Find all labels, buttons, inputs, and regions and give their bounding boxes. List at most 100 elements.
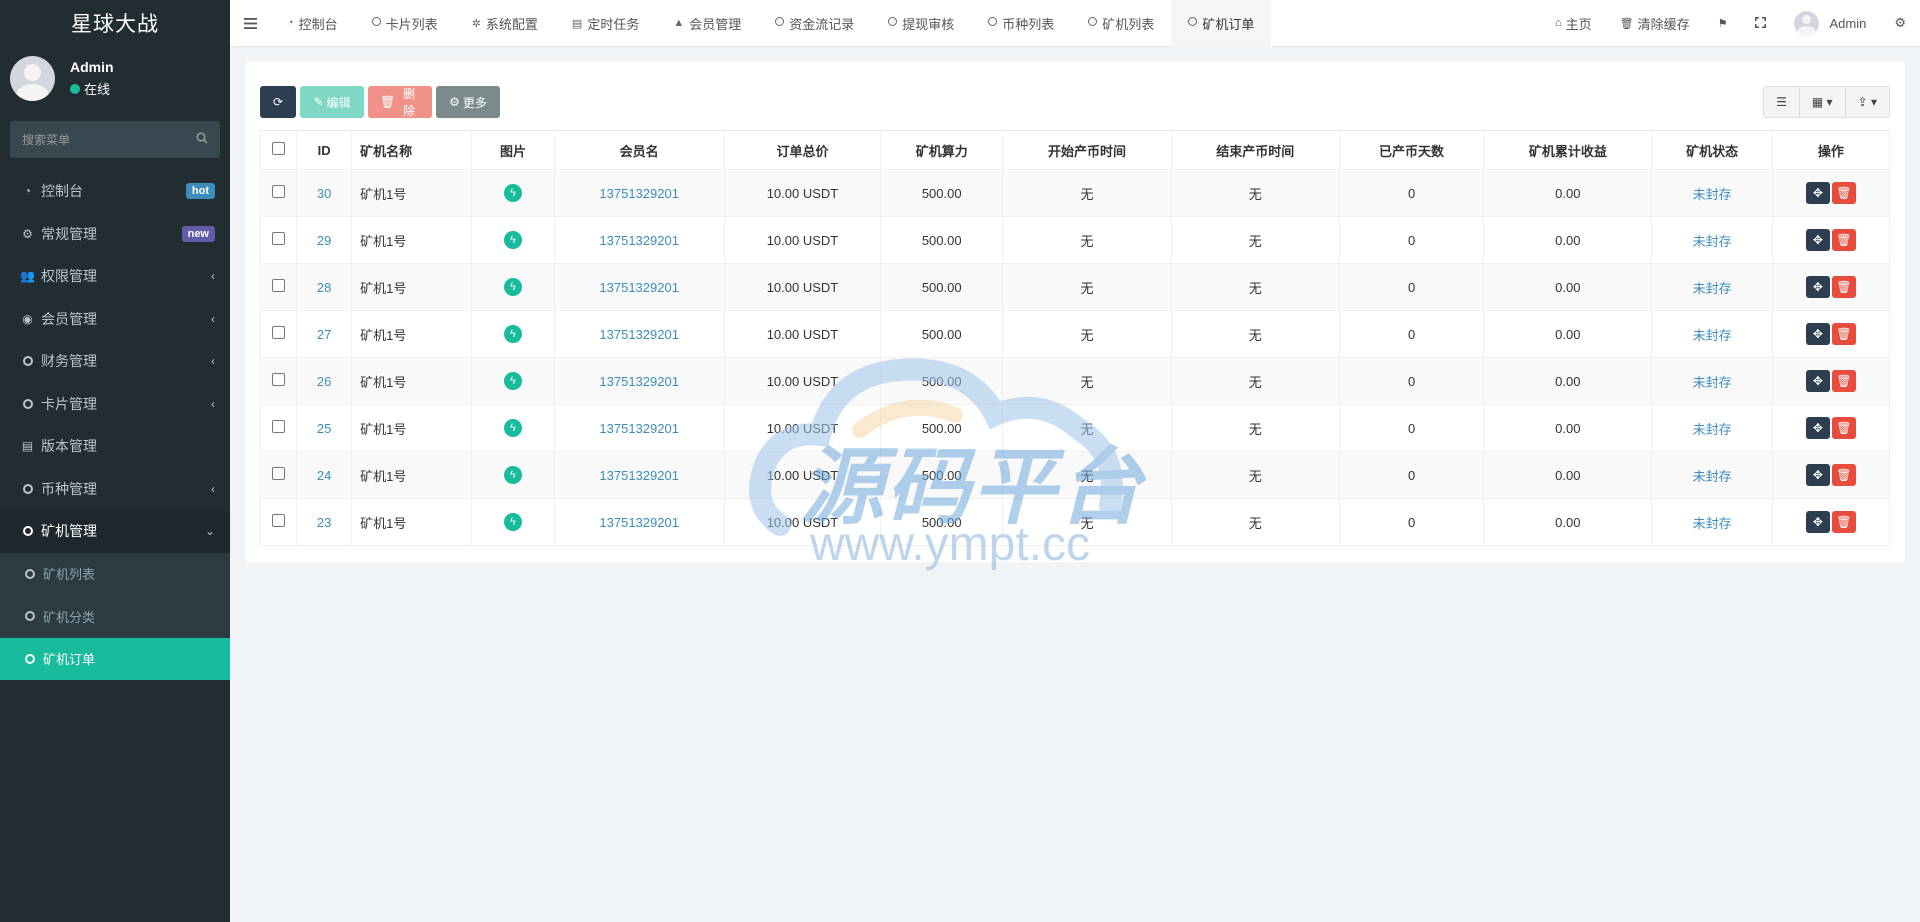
drag-sort-button[interactable]: ✥ [1805,276,1830,298]
table-row[interactable]: 28 矿机1号 ϟ 13751329201 10.00 USDT 500.00 无 无 0 0.0… [259,263,1891,311]
cell-status[interactable]: 未封存 [1693,469,1732,484]
drag-sort-button[interactable]: ✥ [1805,464,1830,486]
menu-search-input[interactable] [22,132,196,147]
toggle-view-button[interactable]: ☰ [1764,87,1800,117]
table-row[interactable]: 27 矿机1号 ϟ 13751329201 10.00 USDT 500.00 无 无 0 0.0… [259,310,1891,358]
delete-row-button[interactable]: 🗑 [1831,511,1856,533]
column-header[interactable]: 矿机累计收益 [1483,130,1653,170]
tab-7[interactable]: 币种列表 [971,0,1071,47]
fullscreen-button[interactable] [1741,0,1780,47]
cell-status[interactable]: 未封存 [1693,328,1732,343]
sidebar-item-8[interactable]: 矿机管理 ⌄ [0,510,230,553]
table-row[interactable]: 25 矿机1号 ϟ 13751329201 10.00 USDT 500.00 无 无 0 0.0… [259,404,1891,452]
cell-status[interactable]: 未封存 [1693,281,1732,296]
sidebar-item-3[interactable]: ◉ 会员管理 ‹ [0,298,230,341]
drag-sort-button[interactable]: ✥ [1805,182,1830,204]
bolt-icon[interactable]: ϟ [503,372,522,390]
drag-sort-button[interactable]: ✥ [1805,370,1830,392]
export-button[interactable]: ⇪ ▾ [1845,87,1889,117]
row-checkbox[interactable] [272,420,286,433]
drag-sort-button[interactable]: ✥ [1805,417,1830,439]
column-header[interactable]: 矿机名称 [351,130,473,170]
column-header[interactable]: 操作 [1771,130,1891,170]
table-row[interactable]: 30 矿机1号 ϟ 13751329201 10.00 USDT 500.00 无 无 0 0.0… [259,169,1891,217]
language-button[interactable]: ⚑ [1704,0,1742,47]
column-header[interactable]: ID [296,130,353,170]
cell-status[interactable]: 未封存 [1693,234,1732,249]
cell-id[interactable]: 26 [317,374,331,389]
delete-row-button[interactable]: 🗑 [1831,182,1856,204]
row-checkbox[interactable] [272,232,286,245]
tab-1[interactable]: 卡片列表 [355,0,455,47]
cell-member[interactable]: 13751329201 [599,468,679,483]
table-row[interactable]: 23 矿机1号 ϟ 13751329201 10.00 USDT 500.00 无 无 0 0.0… [259,498,1891,546]
select-all-checkbox[interactable] [272,142,286,155]
user-menu[interactable]: Admin [1780,0,1880,47]
sidebar-item-1[interactable]: ⚙ 常规管理 new [0,213,230,256]
bolt-icon[interactable]: ϟ [503,513,522,531]
sidebar-item-2[interactable]: 👥 权限管理 ‹ [0,255,230,298]
column-header[interactable]: 开始产币时间 [1002,130,1172,170]
cell-status[interactable]: 未封存 [1693,187,1732,202]
sidebar-item-6[interactable]: ▤ 版本管理 [0,425,230,468]
cell-status[interactable]: 未封存 [1693,375,1732,390]
cell-id[interactable]: 23 [317,515,331,530]
cell-member[interactable]: 13751329201 [599,374,679,389]
cell-member[interactable]: 13751329201 [599,233,679,248]
more-button[interactable]: ⚙ 更多 [436,86,500,118]
row-checkbox[interactable] [272,467,286,480]
sidebar-subitem-1[interactable]: 矿机分类 [0,595,230,638]
bolt-icon[interactable]: ϟ [503,278,522,296]
row-checkbox[interactable] [272,326,286,339]
column-header[interactable]: 会员名 [553,130,725,170]
refresh-button[interactable]: ⟳ [260,86,296,118]
cell-id[interactable]: 25 [317,421,331,436]
cell-member[interactable]: 13751329201 [599,421,679,436]
columns-button[interactable]: ▦ ▾ [1799,87,1846,117]
cell-id[interactable]: 30 [317,186,331,201]
clear-cache-button[interactable]: 🗑 清除缓存 [1606,0,1704,47]
delete-row-button[interactable]: 🗑 [1831,370,1856,392]
row-checkbox[interactable] [272,279,286,292]
drag-sort-button[interactable]: ✥ [1805,323,1830,345]
sidebar-subitem-2[interactable]: 矿机订单 [0,637,230,680]
column-header[interactable]: 矿机状态 [1651,130,1773,170]
drag-sort-button[interactable]: ✥ [1805,229,1830,251]
sidebar-item-0[interactable]: ◔ 控制台 hot [0,170,230,213]
sidebar-item-5[interactable]: 卡片管理 ‹ [0,383,230,426]
row-checkbox[interactable] [272,185,286,198]
bolt-icon[interactable]: ϟ [503,419,522,437]
cell-id[interactable]: 29 [317,233,331,248]
bolt-icon[interactable]: ϟ [503,184,522,202]
cell-status[interactable]: 未封存 [1693,516,1732,531]
table-row[interactable]: 24 矿机1号 ϟ 13751329201 10.00 USDT 500.00 无 无 0 0.0… [259,451,1891,499]
home-link[interactable]: ⌂ 主页 [1541,0,1606,47]
delete-row-button[interactable]: 🗑 [1831,229,1856,251]
cell-id[interactable]: 27 [317,327,331,342]
tab-5[interactable]: 资金流记录 [758,0,871,47]
app-logo[interactable]: 星球大战 [0,0,230,46]
delete-row-button[interactable]: 🗑 [1831,464,1856,486]
cell-member[interactable]: 13751329201 [599,327,679,342]
tab-6[interactable]: 提现审核 [871,0,971,47]
edit-button[interactable]: ✎ 编辑 [300,86,364,118]
sidebar-item-7[interactable]: 币种管理 ‹ [0,468,230,511]
tab-0[interactable]: ◔ 控制台 [270,0,355,47]
row-checkbox[interactable] [272,514,286,527]
bolt-icon[interactable]: ϟ [503,231,522,249]
column-header[interactable]: 订单总价 [723,130,882,170]
cell-member[interactable]: 13751329201 [599,186,679,201]
row-checkbox[interactable] [272,373,286,386]
tab-9[interactable]: 矿机订单 [1171,0,1272,47]
bolt-icon[interactable]: ϟ [503,325,522,343]
cell-status[interactable]: 未封存 [1693,422,1732,437]
bolt-icon[interactable]: ϟ [503,466,522,484]
drag-sort-button[interactable]: ✥ [1805,511,1830,533]
tab-3[interactable]: ▤ 定时任务 [555,0,656,47]
delete-row-button[interactable]: 🗑 [1831,417,1856,439]
table-row[interactable]: 29 矿机1号 ϟ 13751329201 10.00 USDT 500.00 无 无 0 0.0… [259,216,1891,264]
column-header[interactable]: 已产币天数 [1338,130,1485,170]
delete-row-button[interactable]: 🗑 [1831,323,1856,345]
column-header[interactable]: 矿机算力 [880,130,1004,170]
table-row[interactable]: 26 矿机1号 ϟ 13751329201 10.00 USDT 500.00 无 无 0 0.0… [259,357,1891,405]
